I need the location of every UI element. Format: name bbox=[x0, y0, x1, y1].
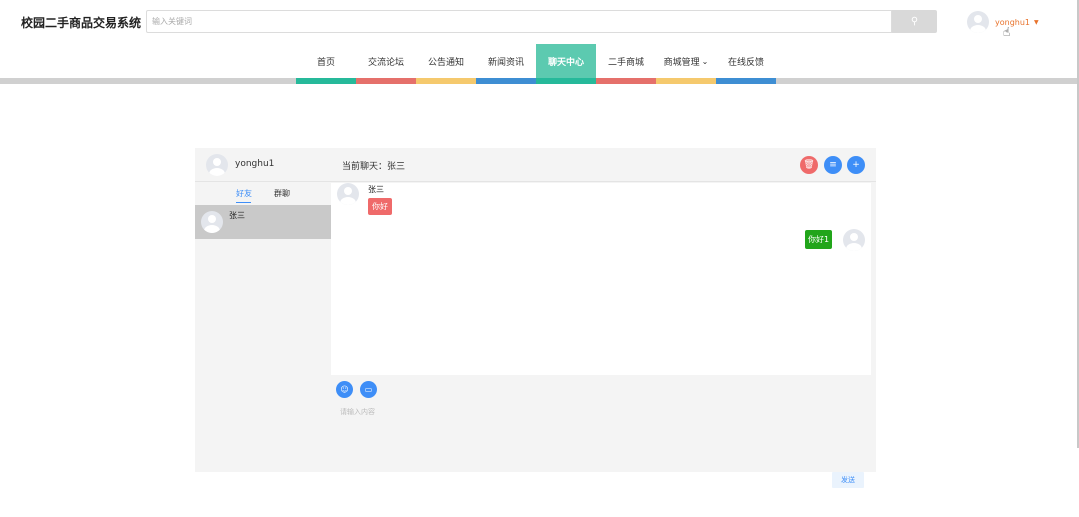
contact-name: 张三 bbox=[229, 211, 245, 220]
nav-color-strip bbox=[656, 78, 716, 84]
menu-button[interactable]: ≡ bbox=[824, 156, 842, 174]
contact-sidebar: 好友 群聊 张三 bbox=[195, 182, 331, 472]
nav-item-label: 公告通知 bbox=[427, 57, 464, 68]
avatar bbox=[201, 211, 223, 233]
nav-item-label: 二手商城 bbox=[607, 57, 644, 68]
delete-button[interactable]: 🗑 bbox=[800, 156, 818, 174]
sender-name: 张三 bbox=[368, 185, 384, 194]
nav-color-strip bbox=[536, 78, 596, 84]
username: yonghu1 bbox=[995, 17, 1031, 27]
nav-item-label: 聊天中心 bbox=[547, 57, 584, 68]
nav-item[interactable]: 公告通知 bbox=[416, 44, 476, 78]
search-icon: ⚲ bbox=[910, 16, 919, 27]
avatar bbox=[206, 154, 228, 176]
nav-item[interactable]: 交流论坛 bbox=[356, 44, 416, 78]
search-button[interactable]: ⚲ bbox=[892, 10, 937, 33]
contact-item[interactable]: 张三 bbox=[195, 205, 331, 239]
add-button[interactable]: + bbox=[847, 156, 865, 174]
message-bubble: 你好1 bbox=[805, 230, 833, 249]
chevron-down-icon: ▼ bbox=[1034, 18, 1039, 26]
nav-item[interactable]: 首页 bbox=[296, 44, 356, 78]
nav-item-label: 新闻资讯 bbox=[487, 57, 524, 68]
search-input[interactable] bbox=[146, 10, 892, 33]
nav-color-strip bbox=[416, 78, 476, 84]
nav-color-strip bbox=[476, 78, 536, 84]
message-bubble: 你好 bbox=[368, 198, 392, 215]
nav-color-strip bbox=[716, 78, 776, 84]
site-title: 校园二手商品交易系统 bbox=[21, 16, 142, 30]
send-button[interactable]: 发送 bbox=[832, 472, 864, 488]
nav-item[interactable]: 商城管理 ⌄ bbox=[656, 44, 716, 78]
emoji-button[interactable]: ☺ bbox=[336, 381, 353, 398]
tab-friends[interactable]: 好友 bbox=[236, 188, 252, 199]
nav-color-strip bbox=[356, 78, 416, 84]
nav-item-label: 商城管理 bbox=[663, 57, 700, 68]
nav-item-label: 首页 bbox=[316, 57, 335, 68]
nav-item-label: 交流论坛 bbox=[367, 57, 404, 68]
chat-header: yonghu1 当前聊天：张三 🗑 ≡ + bbox=[195, 148, 876, 182]
tab-groups[interactable]: 群聊 bbox=[274, 188, 290, 199]
menu-icon: ≡ bbox=[829, 160, 837, 170]
chevron-down-icon: ⌄ bbox=[701, 56, 709, 66]
chat-panel: yonghu1 当前聊天：张三 🗑 ≡ + 好友 群聊 张三 张三 你好 你好1… bbox=[195, 148, 876, 472]
avatar bbox=[337, 183, 359, 205]
nav-color-strip bbox=[596, 78, 656, 84]
trash-icon: 🗑 bbox=[803, 160, 815, 170]
plus-icon: + bbox=[852, 160, 860, 170]
nav-item[interactable]: 二手商城 bbox=[596, 44, 656, 78]
active-tab-indicator bbox=[236, 202, 251, 203]
hand-cursor-icon: ☝ bbox=[1003, 25, 1011, 39]
avatar bbox=[967, 11, 989, 33]
top-bar: 校园二手商品交易系统 ⚲ yonghu1 ▼ ☝ bbox=[0, 0, 1079, 44]
nav-item-label: 在线反馈 bbox=[727, 57, 764, 68]
nav-item[interactable]: 在线反馈 bbox=[716, 44, 776, 78]
nav-color-strip bbox=[296, 78, 356, 84]
message-area: 张三 你好 你好1 bbox=[331, 183, 871, 375]
folder-icon: ▭ bbox=[364, 385, 373, 394]
nav-item[interactable]: 新闻资讯 bbox=[476, 44, 536, 78]
my-username: yonghu1 bbox=[235, 159, 275, 169]
file-button[interactable]: ▭ bbox=[360, 381, 377, 398]
emoji-icon: ☺ bbox=[340, 385, 349, 394]
current-chat-label: 当前聊天：张三 bbox=[342, 162, 406, 172]
message-input[interactable]: 请输入内容 bbox=[340, 407, 375, 417]
nav-item[interactable]: 聊天中心 bbox=[536, 44, 596, 78]
avatar bbox=[843, 229, 865, 251]
